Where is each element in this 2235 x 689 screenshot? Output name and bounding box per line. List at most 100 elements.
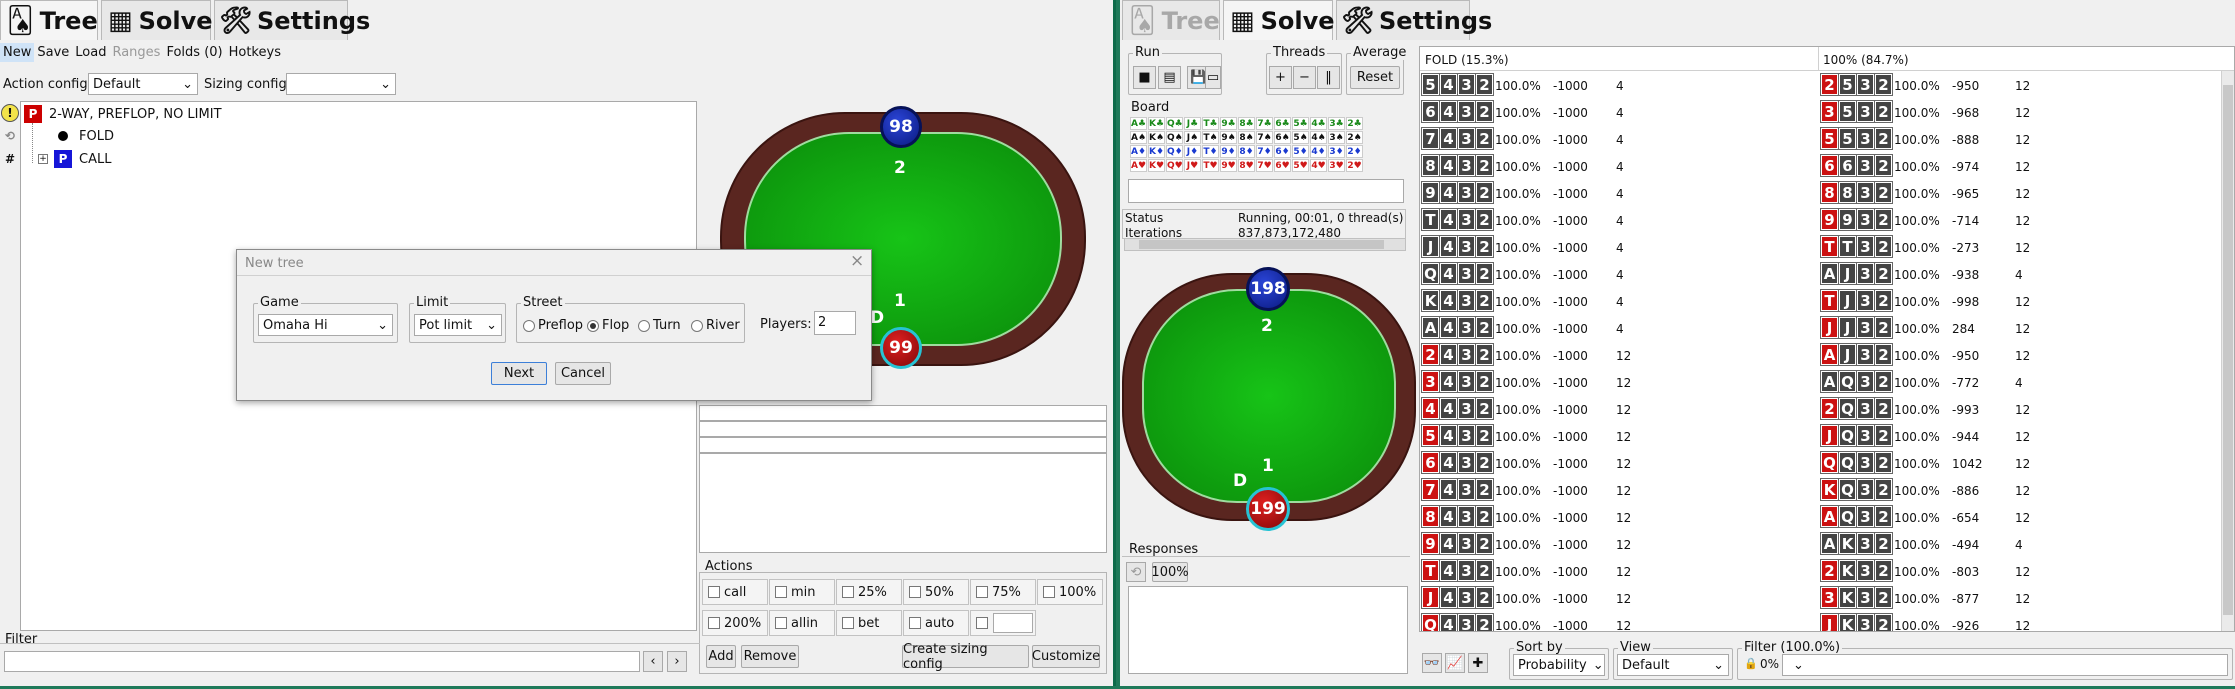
board-card[interactable]: Q♠ xyxy=(1166,131,1183,144)
street-turn-radio[interactable]: Turn xyxy=(638,318,681,333)
board-card[interactable]: K♦ xyxy=(1148,145,1165,158)
filter-input[interactable] xyxy=(4,651,640,672)
players-input[interactable]: 2 xyxy=(814,311,856,335)
menu-new[interactable]: New xyxy=(0,43,35,62)
board-card[interactable]: 8♦ xyxy=(1238,145,1255,158)
action-auto-checkbox[interactable]: auto xyxy=(903,610,969,636)
action-config-select[interactable]: Default xyxy=(88,73,198,95)
action-bet-checkbox[interactable]: bet xyxy=(836,610,902,636)
board-card[interactable]: 5♦ xyxy=(1292,145,1309,158)
action-200-checkbox[interactable]: 200% xyxy=(702,610,768,636)
filter-next-icon[interactable]: › xyxy=(667,651,687,672)
undo-icon[interactable]: ⟲ xyxy=(1126,562,1146,582)
board-card[interactable]: A♦ xyxy=(1130,145,1147,158)
board-card[interactable]: 2♦ xyxy=(1346,145,1363,158)
board-card[interactable]: 7♦ xyxy=(1256,145,1273,158)
next-button[interactable]: Next xyxy=(491,362,547,385)
tab-solve[interactable]: ▦ Solve xyxy=(1223,0,1335,40)
scroll-thumb[interactable] xyxy=(2223,85,2233,615)
board-card[interactable]: 3♣ xyxy=(1328,117,1345,130)
board-card[interactable]: 7♥ xyxy=(1256,159,1273,172)
board-card[interactable]: 2♥ xyxy=(1346,159,1363,172)
board-card[interactable]: 8♣ xyxy=(1238,117,1255,130)
tab-solve[interactable]: ▦ Solve xyxy=(101,0,213,40)
sort-select[interactable]: Probability xyxy=(1513,654,1605,676)
binoculars-icon[interactable]: 👓 xyxy=(1422,653,1442,673)
board-card[interactable]: T♠ xyxy=(1202,131,1219,144)
cancel-button[interactable]: Cancel xyxy=(555,362,611,385)
action-50-checkbox[interactable]: 50% xyxy=(903,579,969,605)
board-card[interactable]: 9♠ xyxy=(1220,131,1237,144)
street-preflop-radio[interactable]: Preflop xyxy=(523,318,583,333)
board-card[interactable]: J♥ xyxy=(1184,159,1201,172)
board-card[interactable]: K♠ xyxy=(1148,131,1165,144)
tab-settings[interactable]: 🛠 Settings xyxy=(214,0,370,40)
filter-prev-icon[interactable]: ‹ xyxy=(643,651,663,672)
customize-button[interactable]: Customize xyxy=(1032,645,1100,668)
board-card[interactable]: 7♣ xyxy=(1256,117,1273,130)
action-custom-checkbox[interactable] xyxy=(970,610,1036,636)
board-card[interactable]: T♥ xyxy=(1202,159,1219,172)
tab-tree[interactable]: 🂡 Tree xyxy=(0,0,98,40)
menu-save[interactable]: Save xyxy=(34,43,72,62)
pause-icon[interactable]: ‖ xyxy=(1317,66,1340,89)
board-card[interactable]: 3♠ xyxy=(1328,131,1345,144)
menu-folds[interactable]: Folds (0) xyxy=(163,43,225,62)
tab-tree[interactable]: 🂡 Tree xyxy=(1122,0,1220,40)
log-icon[interactable]: ▤ xyxy=(1158,66,1181,89)
board-card[interactable]: K♥ xyxy=(1148,159,1165,172)
board-card[interactable]: 6♠ xyxy=(1274,131,1291,144)
open-folder-icon[interactable]: ▭ xyxy=(1205,66,1221,89)
board-card[interactable]: 4♥ xyxy=(1310,159,1327,172)
add-button[interactable]: Add xyxy=(706,645,736,668)
street-flop-radio[interactable]: Flop xyxy=(587,318,629,333)
board-card[interactable]: 2♠ xyxy=(1346,131,1363,144)
board-card[interactable]: 3♥ xyxy=(1328,159,1345,172)
menu-load[interactable]: Load xyxy=(72,43,109,62)
lock-icon[interactable]: 🔒 xyxy=(1744,657,1758,670)
tree-node-call[interactable]: CALL xyxy=(79,152,111,167)
board-card[interactable]: J♣ xyxy=(1184,117,1201,130)
board-card[interactable]: 5♥ xyxy=(1292,159,1309,172)
board-card[interactable]: K♣ xyxy=(1148,117,1165,130)
board-card[interactable]: J♦ xyxy=(1184,145,1201,158)
undo-icon[interactable]: ⟲ xyxy=(1,127,19,145)
board-card[interactable]: 4♣ xyxy=(1310,117,1327,130)
status-scrollbar[interactable] xyxy=(1124,238,1406,251)
create-sizing-config-button[interactable]: Create sizing config xyxy=(902,642,1029,672)
board-card[interactable]: 8♥ xyxy=(1238,159,1255,172)
street-river-radio[interactable]: River xyxy=(691,318,740,333)
board-card[interactable]: 6♥ xyxy=(1274,159,1291,172)
warning-icon[interactable]: ! xyxy=(1,104,19,122)
board-card[interactable]: 6♦ xyxy=(1274,145,1291,158)
board-card[interactable]: A♣ xyxy=(1130,117,1147,130)
board-card[interactable]: 5♠ xyxy=(1292,131,1309,144)
board-card[interactable]: 8♠ xyxy=(1238,131,1255,144)
sizing-config-select[interactable] xyxy=(286,73,396,95)
action-call-checkbox[interactable]: call xyxy=(702,579,768,605)
limit-select[interactable]: Pot limit xyxy=(414,314,502,336)
game-select[interactable]: Omaha Hi xyxy=(258,314,393,336)
tree-node-fold[interactable]: FOLD xyxy=(79,129,114,144)
action-allin-checkbox[interactable]: allin xyxy=(769,610,835,636)
close-icon[interactable]: × xyxy=(850,251,864,271)
remove-button[interactable]: Remove xyxy=(741,645,799,668)
action-100-checkbox[interactable]: 100% xyxy=(1037,579,1103,605)
tab-settings[interactable]: 🛠 Settings xyxy=(1336,0,1492,40)
chart-icon[interactable]: 📈 xyxy=(1445,653,1465,673)
board-card[interactable]: Q♣ xyxy=(1166,117,1183,130)
thread-add-icon[interactable]: + xyxy=(1269,66,1292,89)
board-card[interactable]: 9♦ xyxy=(1220,145,1237,158)
board-card[interactable]: 9♣ xyxy=(1220,117,1237,130)
board-card[interactable]: T♣ xyxy=(1202,117,1219,130)
scroll-thumb[interactable] xyxy=(1139,240,1384,249)
puzzle-icon[interactable]: ✚ xyxy=(1468,653,1488,673)
filter-select[interactable] xyxy=(1782,654,2228,676)
menu-hotkeys[interactable]: Hotkeys xyxy=(226,43,284,62)
board-card[interactable]: T♦ xyxy=(1202,145,1219,158)
thread-remove-icon[interactable]: − xyxy=(1293,66,1316,89)
board-card[interactable]: 7♠ xyxy=(1256,131,1273,144)
board-card[interactable]: A♥ xyxy=(1130,159,1147,172)
board-card[interactable]: 4♠ xyxy=(1310,131,1327,144)
action-75-checkbox[interactable]: 75% xyxy=(970,579,1036,605)
